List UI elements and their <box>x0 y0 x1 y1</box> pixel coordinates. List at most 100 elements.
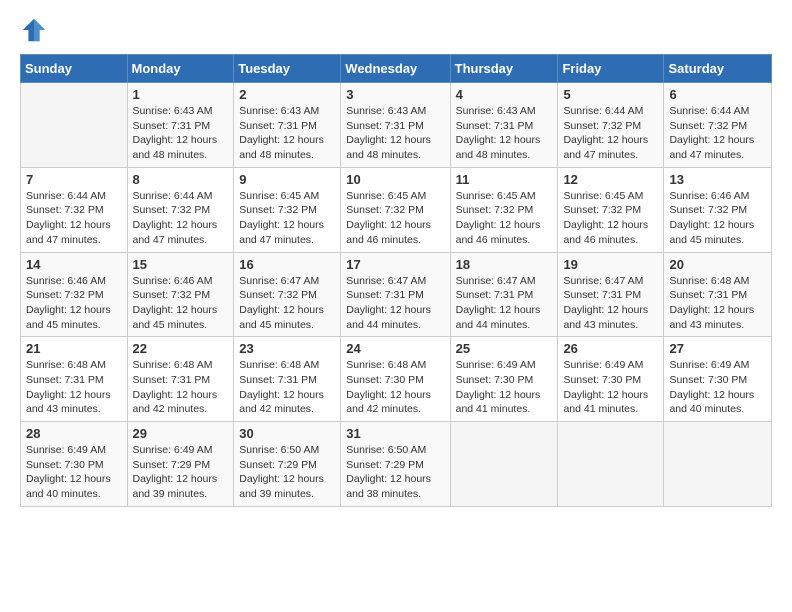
week-row-4: 21 Sunrise: 6:48 AMSunset: 7:31 PMDayligh… <box>21 337 772 422</box>
calendar-cell: 27 Sunrise: 6:49 AMSunset: 7:30 PMDayligh… <box>664 337 772 422</box>
day-detail: Sunrise: 6:49 AMSunset: 7:30 PMDaylight:… <box>669 358 766 417</box>
calendar-cell: 12Sunrise: 6:45 AMSunset: 7:32 PMDayligh… <box>558 167 664 252</box>
calendar-cell: 20 Sunrise: 6:48 AMSunset: 7:31 PMDayligh… <box>664 252 772 337</box>
day-number: 23 <box>239 341 335 356</box>
calendar-cell: 30Sunrise: 6:50 AMSunset: 7:29 PMDayligh… <box>234 422 341 507</box>
calendar-cell: 23 Sunrise: 6:48 AMSunset: 7:31 PMDayligh… <box>234 337 341 422</box>
day-detail: Sunrise: 6:48 AMSunset: 7:31 PMDaylight:… <box>26 358 122 417</box>
calendar-cell: 16Sunrise: 6:47 AMSunset: 7:32 PMDayligh… <box>234 252 341 337</box>
day-detail: Sunrise: 6:43 AMSunset: 7:31 PMDaylight:… <box>133 104 229 163</box>
day-detail: Sunrise: 6:45 AMSunset: 7:32 PMDaylight:… <box>239 189 335 248</box>
calendar-cell: 11 Sunrise: 6:45 AMSunset: 7:32 PMDayligh… <box>450 167 558 252</box>
weekday-header-sunday: Sunday <box>21 55 128 83</box>
calendar-cell: 25Sunrise: 6:49 AMSunset: 7:30 PMDayligh… <box>450 337 558 422</box>
calendar-cell: 7 Sunrise: 6:44 AMSunset: 7:32 PMDaylight… <box>21 167 128 252</box>
calendar-cell: 22 Sunrise: 6:48 AMSunset: 7:31 PMDayligh… <box>127 337 234 422</box>
day-number: 21 <box>26 341 122 356</box>
calendar-cell: 10Sunrise: 6:45 AMSunset: 7:32 PMDayligh… <box>341 167 450 252</box>
calendar-cell: 1Sunrise: 6:43 AMSunset: 7:31 PMDaylight… <box>127 83 234 168</box>
week-row-3: 14 Sunrise: 6:46 AMSunset: 7:32 PMDayligh… <box>21 252 772 337</box>
day-number: 9 <box>239 172 335 187</box>
calendar-cell: 28Sunrise: 6:49 AMSunset: 7:30 PMDayligh… <box>21 422 128 507</box>
day-number: 6 <box>669 87 766 102</box>
day-number: 12 <box>563 172 658 187</box>
day-detail: Sunrise: 6:44 AMSunset: 7:32 PMDaylight:… <box>26 189 122 248</box>
day-detail: Sunrise: 6:50 AMSunset: 7:29 PMDaylight:… <box>239 443 335 502</box>
day-number: 13 <box>669 172 766 187</box>
calendar-cell: 14 Sunrise: 6:46 AMSunset: 7:32 PMDayligh… <box>21 252 128 337</box>
calendar-cell: 17 Sunrise: 6:47 AMSunset: 7:31 PMDayligh… <box>341 252 450 337</box>
day-number: 27 <box>669 341 766 356</box>
day-detail: Sunrise: 6:44 AMSunset: 7:32 PMDaylight:… <box>669 104 766 163</box>
calendar-cell: 26Sunrise: 6:49 AMSunset: 7:30 PMDayligh… <box>558 337 664 422</box>
day-detail: Sunrise: 6:45 AMSunset: 7:32 PMDaylight:… <box>456 189 553 248</box>
day-number: 11 <box>456 172 553 187</box>
day-detail: Sunrise: 6:43 AMSunset: 7:31 PMDaylight:… <box>239 104 335 163</box>
day-detail: Sunrise: 6:46 AMSunset: 7:32 PMDaylight:… <box>133 274 229 333</box>
day-number: 24 <box>346 341 444 356</box>
weekday-header-thursday: Thursday <box>450 55 558 83</box>
day-detail: Sunrise: 6:45 AMSunset: 7:32 PMDaylight:… <box>346 189 444 248</box>
day-number: 20 <box>669 257 766 272</box>
day-detail: Sunrise: 6:50 AMSunset: 7:29 PMDaylight:… <box>346 443 444 502</box>
week-row-2: 7 Sunrise: 6:44 AMSunset: 7:32 PMDaylight… <box>21 167 772 252</box>
weekday-header-row: SundayMondayTuesdayWednesdayThursdayFrid… <box>21 55 772 83</box>
day-number: 7 <box>26 172 122 187</box>
day-detail: Sunrise: 6:44 AMSunset: 7:32 PMDaylight:… <box>563 104 658 163</box>
calendar-cell: 13 Sunrise: 6:46 AMSunset: 7:32 PMDayligh… <box>664 167 772 252</box>
calendar-table: SundayMondayTuesdayWednesdayThursdayFrid… <box>20 54 772 507</box>
day-detail: Sunrise: 6:47 AMSunset: 7:31 PMDaylight:… <box>563 274 658 333</box>
day-detail: Sunrise: 6:43 AMSunset: 7:31 PMDaylight:… <box>346 104 444 163</box>
day-number: 14 <box>26 257 122 272</box>
day-detail: Sunrise: 6:48 AMSunset: 7:31 PMDaylight:… <box>239 358 335 417</box>
logo <box>20 16 52 44</box>
day-number: 28 <box>26 426 122 441</box>
day-detail: Sunrise: 6:48 AMSunset: 7:30 PMDaylight:… <box>346 358 444 417</box>
day-detail: Sunrise: 6:47 AMSunset: 7:31 PMDaylight:… <box>346 274 444 333</box>
weekday-header-monday: Monday <box>127 55 234 83</box>
calendar-cell: 3Sunrise: 6:43 AMSunset: 7:31 PMDaylight… <box>341 83 450 168</box>
day-detail: Sunrise: 6:49 AMSunset: 7:30 PMDaylight:… <box>456 358 553 417</box>
day-number: 19 <box>563 257 658 272</box>
calendar-cell: 18Sunrise: 6:47 AMSunset: 7:31 PMDayligh… <box>450 252 558 337</box>
weekday-header-friday: Friday <box>558 55 664 83</box>
logo-icon <box>20 16 48 44</box>
calendar-cell <box>21 83 128 168</box>
day-number: 8 <box>133 172 229 187</box>
calendar-cell: 19 Sunrise: 6:47 AMSunset: 7:31 PMDayligh… <box>558 252 664 337</box>
day-number: 29 <box>133 426 229 441</box>
day-number: 22 <box>133 341 229 356</box>
calendar-cell: 15 Sunrise: 6:46 AMSunset: 7:32 PMDayligh… <box>127 252 234 337</box>
calendar-cell <box>450 422 558 507</box>
calendar-cell: 4Sunrise: 6:43 AMSunset: 7:31 PMDaylight… <box>450 83 558 168</box>
calendar-cell <box>664 422 772 507</box>
day-detail: Sunrise: 6:44 AMSunset: 7:32 PMDaylight:… <box>133 189 229 248</box>
calendar-cell: 29 Sunrise: 6:49 AMSunset: 7:29 PMDayligh… <box>127 422 234 507</box>
calendar-cell: 21 Sunrise: 6:48 AMSunset: 7:31 PMDayligh… <box>21 337 128 422</box>
week-row-5: 28Sunrise: 6:49 AMSunset: 7:30 PMDayligh… <box>21 422 772 507</box>
day-number: 15 <box>133 257 229 272</box>
day-detail: Sunrise: 6:46 AMSunset: 7:32 PMDaylight:… <box>669 189 766 248</box>
day-number: 31 <box>346 426 444 441</box>
weekday-header-wednesday: Wednesday <box>341 55 450 83</box>
day-detail: Sunrise: 6:48 AMSunset: 7:31 PMDaylight:… <box>669 274 766 333</box>
calendar-cell: 5 Sunrise: 6:44 AMSunset: 7:32 PMDaylight… <box>558 83 664 168</box>
calendar-cell: 6 Sunrise: 6:44 AMSunset: 7:32 PMDaylight… <box>664 83 772 168</box>
weekday-header-saturday: Saturday <box>664 55 772 83</box>
calendar-cell: 8 Sunrise: 6:44 AMSunset: 7:32 PMDaylight… <box>127 167 234 252</box>
day-detail: Sunrise: 6:47 AMSunset: 7:32 PMDaylight:… <box>239 274 335 333</box>
calendar-cell <box>558 422 664 507</box>
day-number: 18 <box>456 257 553 272</box>
day-detail: Sunrise: 6:49 AMSunset: 7:29 PMDaylight:… <box>133 443 229 502</box>
header <box>20 16 772 44</box>
day-detail: Sunrise: 6:48 AMSunset: 7:31 PMDaylight:… <box>133 358 229 417</box>
day-number: 2 <box>239 87 335 102</box>
day-detail: Sunrise: 6:43 AMSunset: 7:31 PMDaylight:… <box>456 104 553 163</box>
day-detail: Sunrise: 6:46 AMSunset: 7:32 PMDaylight:… <box>26 274 122 333</box>
calendar-cell: 9 Sunrise: 6:45 AMSunset: 7:32 PMDaylight… <box>234 167 341 252</box>
week-row-1: 1Sunrise: 6:43 AMSunset: 7:31 PMDaylight… <box>21 83 772 168</box>
day-number: 5 <box>563 87 658 102</box>
day-number: 17 <box>346 257 444 272</box>
page: SundayMondayTuesdayWednesdayThursdayFrid… <box>0 0 792 612</box>
calendar-cell: 31 Sunrise: 6:50 AMSunset: 7:29 PMDayligh… <box>341 422 450 507</box>
